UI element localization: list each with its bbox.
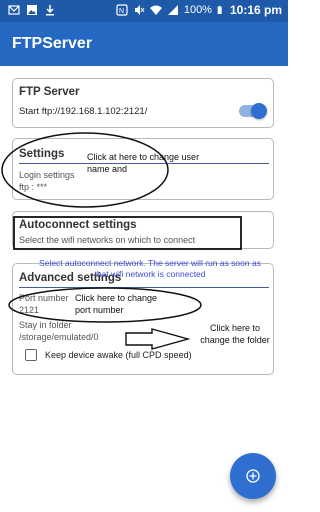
annotation-shapes [1, 132, 242, 350]
port-highlight-ellipse [8, 287, 202, 323]
settings-highlight-ellipse [1, 132, 169, 208]
autoconnect-highlight-rect [13, 216, 242, 250]
folder-arrow [125, 328, 191, 350]
add-server-fab[interactable] [230, 453, 276, 499]
add-circle-icon [246, 469, 260, 483]
